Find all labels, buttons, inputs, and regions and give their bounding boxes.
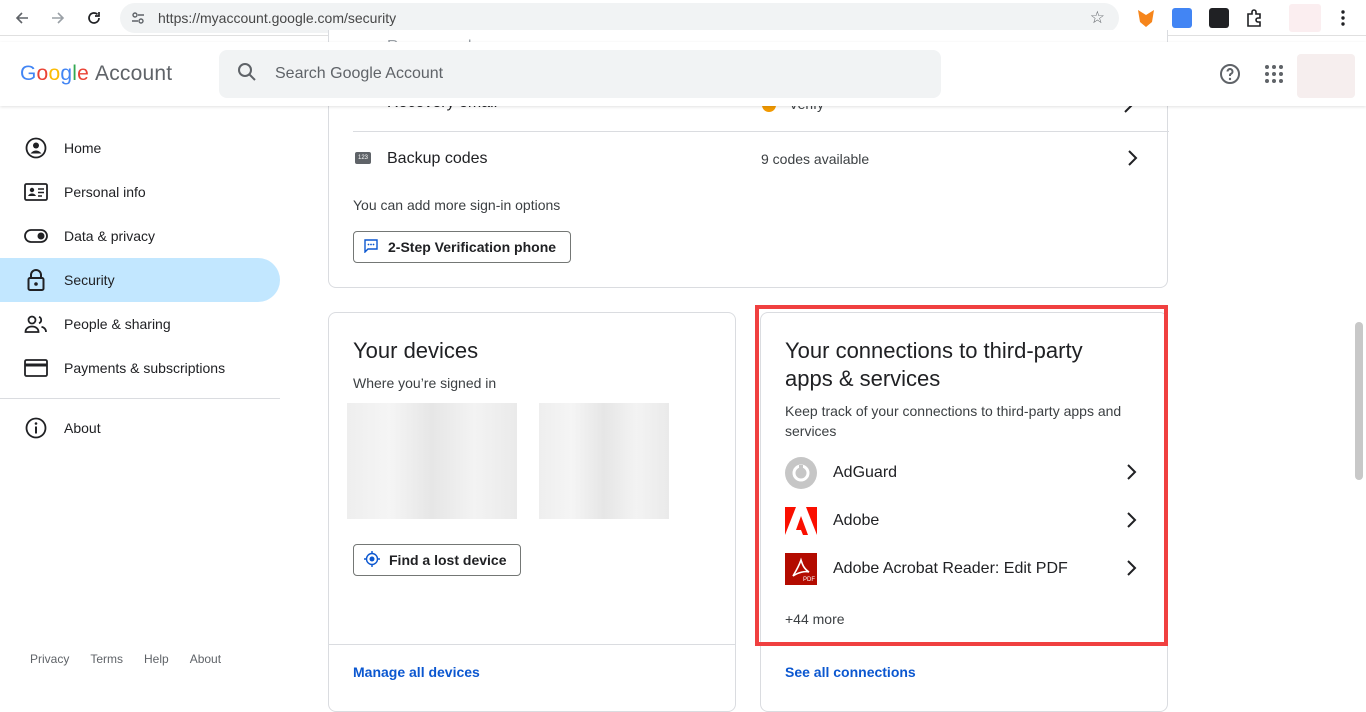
search-input[interactable]: Search Google Account bbox=[219, 50, 941, 98]
forward-icon[interactable] bbox=[44, 4, 72, 32]
sidebar-item-label: Data & privacy bbox=[64, 228, 156, 244]
sidebar-item-label: Payments & subscriptions bbox=[64, 360, 226, 376]
site-settings-icon[interactable] bbox=[130, 10, 146, 26]
card-divider bbox=[329, 644, 735, 645]
help-icon[interactable] bbox=[1218, 62, 1242, 86]
device-thumbnail-blurred bbox=[539, 403, 669, 519]
sidebar-item-label: Home bbox=[64, 140, 102, 156]
credit-card-icon bbox=[24, 356, 48, 380]
reload-icon[interactable] bbox=[80, 4, 108, 32]
lock-icon bbox=[24, 268, 48, 292]
translate-extension-icon[interactable] bbox=[1172, 8, 1192, 28]
account-avatar[interactable] bbox=[1297, 54, 1355, 98]
url-text: https://myaccount.google.com/security bbox=[158, 10, 397, 26]
more-options-text: You can add more sign-in options bbox=[353, 197, 561, 213]
devices-subtitle: Where you’re signed in bbox=[353, 375, 497, 391]
sidebar-item-about[interactable]: About bbox=[0, 406, 280, 450]
sidebar-item-payments[interactable]: Payments & subscriptions bbox=[0, 346, 280, 390]
account-circle-icon bbox=[24, 136, 48, 160]
sidebar-item-data-privacy[interactable]: Data & privacy bbox=[0, 214, 280, 258]
page-scrollbar[interactable] bbox=[1355, 322, 1363, 480]
see-all-connections-link[interactable]: See all connections bbox=[785, 664, 916, 680]
sidebar-divider bbox=[0, 398, 280, 399]
sidebar-item-label: Security bbox=[64, 272, 115, 288]
address-bar[interactable]: https://myaccount.google.com/security ☆ bbox=[120, 3, 1119, 33]
devices-title: Your devices bbox=[353, 338, 479, 363]
footer-privacy-link[interactable]: Privacy bbox=[30, 652, 69, 666]
s-extension-icon[interactable] bbox=[1209, 8, 1229, 28]
bookmark-star-icon[interactable]: ☆ bbox=[1090, 8, 1105, 28]
sidebar-item-security[interactable]: Security bbox=[0, 258, 280, 302]
row-divider bbox=[353, 131, 1169, 132]
find-lost-device-button[interactable]: Find a lost device bbox=[353, 544, 522, 576]
devices-card: Your devices Where you’re signed in Find… bbox=[328, 312, 736, 712]
metamask-extension-icon[interactable] bbox=[1138, 10, 1154, 27]
button-label: Find a lost device bbox=[389, 552, 507, 568]
people-icon bbox=[24, 312, 48, 336]
footer-links: Privacy Terms Help About bbox=[30, 652, 242, 666]
backup-codes-value: 9 codes available bbox=[761, 151, 870, 167]
search-placeholder: Search Google Account bbox=[275, 65, 444, 82]
manage-all-devices-link[interactable]: Manage all devices bbox=[353, 664, 480, 680]
footer-help-link[interactable]: Help bbox=[144, 652, 169, 666]
backup-codes-label[interactable]: Backup codes bbox=[387, 150, 488, 168]
message-icon bbox=[364, 238, 378, 256]
button-label: 2-Step Verification phone bbox=[388, 239, 557, 255]
sidebar-item-label: People & sharing bbox=[64, 316, 171, 332]
device-thumbnail-blurred bbox=[347, 403, 517, 519]
apps-grid-icon[interactable] bbox=[1262, 62, 1286, 86]
id-card-icon bbox=[24, 180, 48, 204]
toggle-icon bbox=[24, 224, 48, 248]
sidebar: Home Personal info Data & privacy Securi… bbox=[0, 106, 290, 683]
backup-codes-icon: 123 bbox=[355, 152, 371, 164]
two-step-phone-button[interactable]: 2-Step Verification phone bbox=[353, 231, 572, 263]
extensions-puzzle-icon[interactable] bbox=[1244, 8, 1264, 28]
search-icon bbox=[237, 62, 257, 87]
info-icon bbox=[24, 416, 48, 440]
sidebar-item-home[interactable]: Home bbox=[0, 126, 280, 170]
sidebar-item-label: Personal info bbox=[64, 184, 146, 200]
sidebar-item-personal-info[interactable]: Personal info bbox=[0, 170, 280, 214]
sidebar-item-label: About bbox=[64, 420, 101, 436]
google-account-logo[interactable]: Google Account bbox=[20, 62, 172, 86]
profile-avatar-icon[interactable] bbox=[1289, 4, 1321, 32]
highlight-annotation-box bbox=[755, 305, 1168, 646]
location-target-icon bbox=[364, 550, 380, 570]
browser-menu-icon[interactable] bbox=[1335, 8, 1351, 28]
back-icon[interactable] bbox=[8, 4, 36, 32]
account-header: Google Account Search Google Account bbox=[0, 42, 1366, 106]
footer-terms-link[interactable]: Terms bbox=[90, 652, 123, 666]
sidebar-item-people-sharing[interactable]: People & sharing bbox=[0, 302, 280, 346]
chevron-right-icon[interactable] bbox=[1126, 149, 1138, 167]
footer-about-link[interactable]: About bbox=[190, 652, 221, 666]
